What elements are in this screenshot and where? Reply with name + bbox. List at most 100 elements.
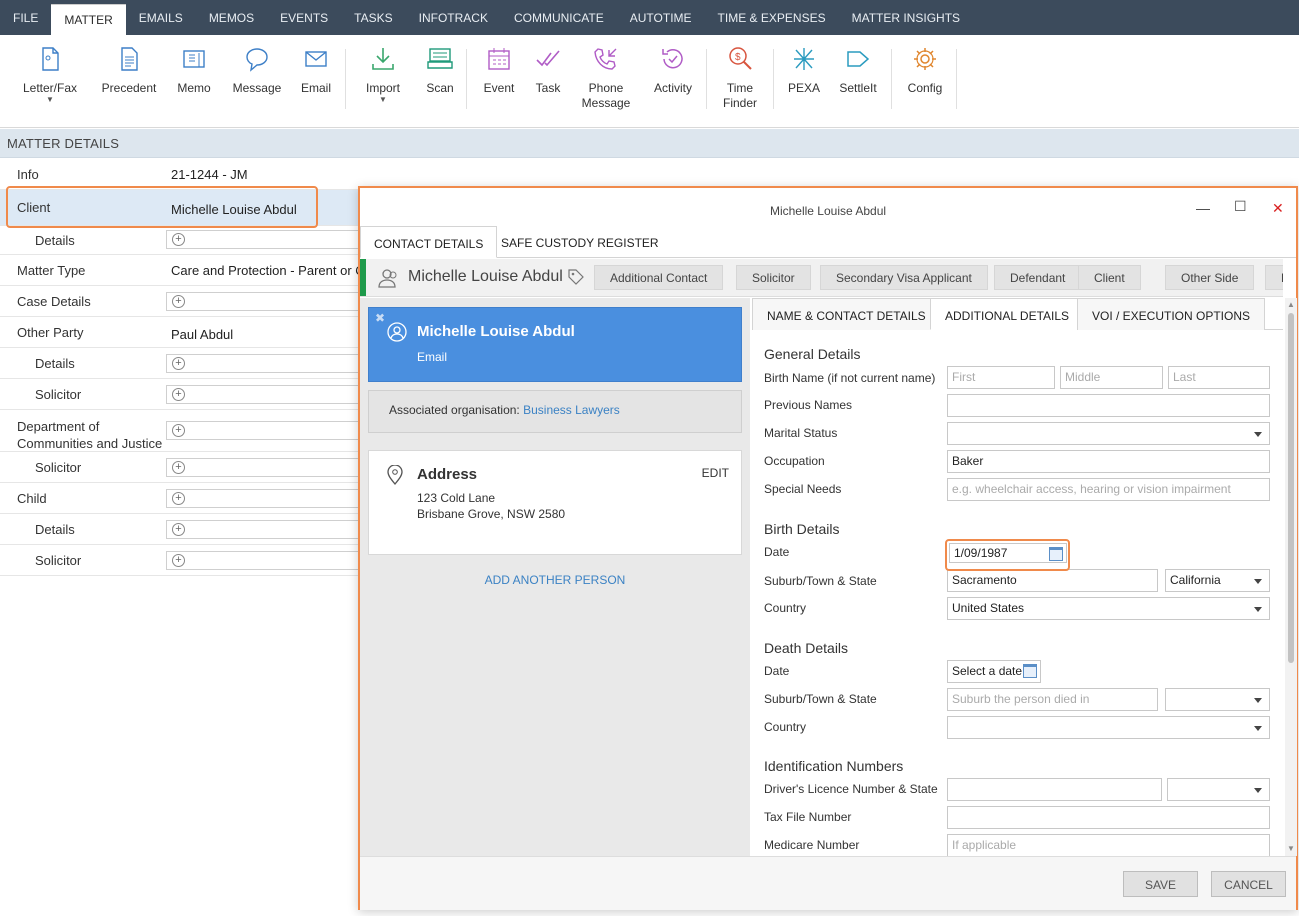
role-solicitor[interactable]: Solicitor — [736, 265, 811, 290]
medicare-input[interactable]: If applicable — [947, 834, 1270, 856]
role-more[interactable]: P — [1265, 265, 1283, 290]
previous-names-input[interactable] — [947, 394, 1270, 417]
scroll-up-icon[interactable]: ▲ — [1287, 300, 1295, 309]
email-button[interactable]: Email — [298, 45, 334, 96]
memo-button[interactable]: Memo — [175, 45, 213, 96]
menu-time-expenses[interactable]: TIME & EXPENSES — [705, 0, 839, 35]
birth-last-input[interactable]: Last — [1168, 366, 1270, 389]
calendar-icon[interactable] — [1023, 664, 1037, 678]
add-field[interactable]: + — [166, 292, 366, 311]
role-additional-contact[interactable]: Additional Contact — [594, 265, 724, 290]
special-needs-label: Special Needs — [764, 482, 842, 496]
add-field[interactable]: + — [166, 230, 366, 249]
tab-safe-custody[interactable]: SAFE CUSTODY REGISTER — [488, 226, 672, 258]
row-label: Info — [17, 167, 39, 182]
role-secondary-visa[interactable]: Secondary Visa Applicant — [820, 265, 988, 290]
plus-icon: + — [172, 461, 185, 474]
event-button[interactable]: Event — [482, 45, 516, 96]
form-scrollbar[interactable]: ▲ ▼ — [1285, 298, 1297, 856]
scan-button[interactable]: Scan — [424, 45, 456, 96]
birth-middle-input[interactable]: Middle — [1060, 366, 1163, 389]
scroll-thumb[interactable] — [1288, 313, 1294, 663]
marital-status-select[interactable] — [947, 422, 1270, 445]
message-button[interactable]: Message — [231, 45, 283, 96]
birth-first-input[interactable]: First — [947, 366, 1055, 389]
task-button[interactable]: Task — [532, 45, 564, 96]
menu-tasks[interactable]: TASKS — [341, 0, 405, 35]
menu-matter-insights[interactable]: MATTER INSIGHTS — [839, 0, 973, 35]
person-circle-icon — [387, 322, 407, 342]
plus-icon: + — [172, 233, 185, 246]
section-death: Death Details — [764, 640, 849, 656]
menu-autotime[interactable]: AUTOTIME — [617, 0, 705, 35]
tab-name-contact[interactable]: NAME & CONTACT DETAILS — [752, 298, 941, 330]
birth-country-value: United States — [952, 601, 1025, 615]
add-another-person-link[interactable]: ADD ANOTHER PERSON — [360, 573, 750, 587]
occupation-input[interactable]: Baker — [947, 450, 1270, 473]
menu-infotrack[interactable]: INFOTRACK — [406, 0, 501, 35]
phone-icon — [594, 48, 617, 70]
maximize-icon[interactable]: ☐ — [1234, 198, 1247, 215]
add-field[interactable]: + — [166, 458, 366, 477]
address-edit-button[interactable]: EDIT — [702, 466, 729, 480]
calendar-icon[interactable] — [1049, 547, 1063, 561]
row-value: Care and Protection - Parent or C — [171, 263, 365, 278]
licence-state-select[interactable] — [1167, 778, 1270, 801]
precedent-button[interactable]: Precedent — [100, 45, 158, 96]
event-label: Event — [483, 81, 515, 95]
special-needs-input[interactable]: e.g. wheelchair access, hearing or visio… — [947, 478, 1270, 501]
death-date-input[interactable]: Select a date — [947, 660, 1041, 683]
add-field[interactable]: + — [166, 551, 366, 570]
tab-contact-details[interactable]: CONTACT DETAILS — [360, 226, 498, 258]
menu-memos[interactable]: MEMOS — [196, 0, 267, 35]
assoc-link[interactable]: Business Lawyers — [523, 403, 620, 417]
tag-icon[interactable] — [568, 269, 584, 285]
menu-file[interactable]: FILE — [0, 0, 51, 35]
death-suburb-input[interactable]: Suburb the person died in — [947, 688, 1158, 711]
row-label: Details — [35, 233, 75, 248]
tab-additional-details[interactable]: ADDITIONAL DETAILS — [930, 298, 1085, 330]
role-client[interactable]: Client — [1078, 265, 1141, 290]
save-button[interactable]: SAVE — [1123, 871, 1198, 897]
import-button[interactable]: Import ▼ — [362, 45, 404, 104]
add-field[interactable]: + — [166, 489, 366, 508]
add-field[interactable]: + — [166, 520, 366, 539]
config-button[interactable]: Config — [905, 45, 945, 96]
time-finder-button[interactable]: $ Time Finder — [720, 45, 760, 111]
role-defendant[interactable]: Defendant — [994, 265, 1082, 290]
add-field[interactable]: + — [166, 354, 366, 373]
menu-events[interactable]: EVENTS — [267, 0, 341, 35]
birth-date-input[interactable]: 1/09/1987 — [949, 543, 1067, 563]
tfn-input[interactable] — [947, 806, 1270, 829]
minimize-icon[interactable]: — — [1196, 200, 1210, 216]
birth-state-select[interactable]: California — [1165, 569, 1270, 592]
menu-communicate[interactable]: COMMUNICATE — [501, 0, 617, 35]
close-icon[interactable]: ✕ — [1272, 200, 1284, 217]
death-country-select[interactable] — [947, 716, 1270, 739]
licence-number-input[interactable] — [947, 778, 1162, 801]
letter-fax-button[interactable]: Letter/Fax ▼ — [22, 45, 78, 104]
person-card[interactable]: ✖ Michelle Louise Abdul Email — [368, 307, 742, 382]
settleit-button[interactable]: SettleIt — [836, 45, 880, 96]
tab-voi-execution[interactable]: VOI / EXECUTION OPTIONS — [1077, 298, 1266, 330]
birth-suburb-input[interactable]: Sacramento — [947, 569, 1158, 592]
add-field[interactable]: + — [166, 385, 366, 404]
remove-icon[interactable]: ✖ — [375, 311, 385, 325]
role-other-side[interactable]: Other Side — [1165, 265, 1255, 290]
death-state-select[interactable] — [1165, 688, 1270, 711]
plus-icon: + — [172, 523, 185, 536]
status-strip — [360, 259, 366, 296]
scroll-down-icon[interactable]: ▼ — [1287, 844, 1295, 853]
pexa-label: PEXA — [787, 81, 820, 95]
row-label: Solicitor — [35, 460, 82, 475]
matter-row-client[interactable]: Client Michelle Louise Abdul — [0, 190, 360, 226]
cancel-button[interactable]: CANCEL — [1211, 871, 1286, 897]
birth-country-select[interactable]: United States — [947, 597, 1270, 620]
activity-button[interactable]: Activity — [652, 45, 694, 96]
add-field[interactable]: + — [166, 421, 366, 440]
menu-emails[interactable]: EMAILS — [126, 0, 196, 35]
document-icon — [121, 47, 138, 71]
pexa-button[interactable]: PEXA — [786, 45, 822, 96]
phone-message-button[interactable]: Phone Message — [582, 45, 630, 111]
menu-matter[interactable]: MATTER — [51, 4, 126, 35]
